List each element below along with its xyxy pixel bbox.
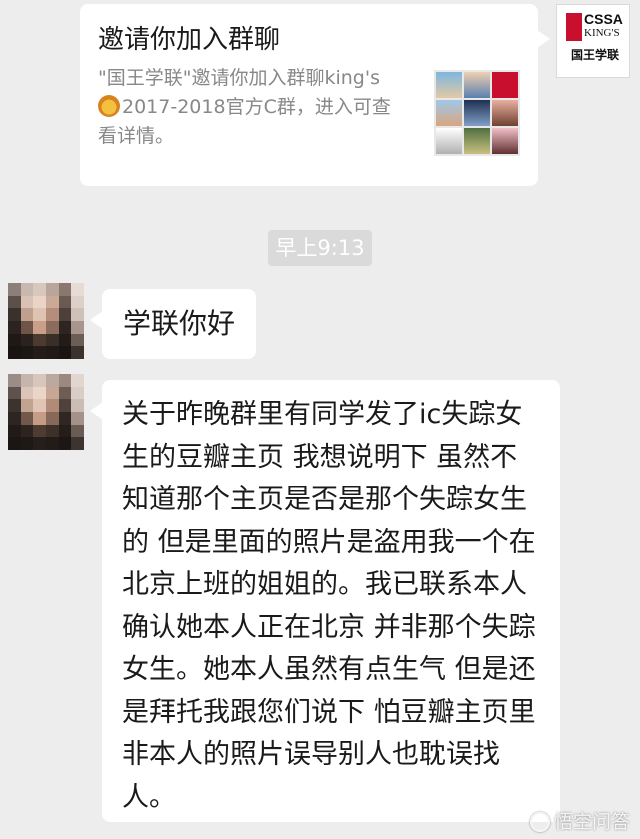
cssa-logo-text: CSSA: [584, 11, 623, 27]
peer-avatar[interactable]: [8, 283, 84, 359]
message-bubble[interactable]: 学联你好: [90, 289, 256, 359]
cssa-logo-mark-icon: [566, 13, 582, 41]
invite-description: "国王学联"邀请你加入群聊king's 2017-2018官方C群，进入可查 看…: [98, 64, 428, 151]
group-invite-card[interactable]: 邀请你加入群聊 "国王学联"邀请你加入群聊king's 2017-2018官方C…: [80, 4, 550, 186]
invite-description-line-1: "国王学联"邀请你加入群聊king's: [98, 67, 380, 89]
invite-description-line-2: 2017-2018官方C群，进入可查: [98, 93, 428, 122]
message-timestamp: 早上9:13: [268, 230, 372, 266]
message-bubble[interactable]: 关于昨晚群里有同学发了ic失踪女生的豆瓣主页 我想说明下 虽然不知道那个主页是否…: [90, 380, 560, 822]
logo-chinese-text: 国王学联: [570, 48, 619, 62]
watermark: 悟空问答: [529, 811, 630, 833]
peer-avatar[interactable]: [8, 374, 84, 450]
cssa-kings-avatar[interactable]: CSSA KING'S 国王学联: [556, 4, 630, 78]
group-avatar: [434, 70, 520, 156]
wukong-logo-icon: [529, 812, 550, 832]
lion-emoji-icon: [98, 95, 120, 117]
kings-logo-text: KING'S: [584, 27, 620, 39]
invite-title: 邀请你加入群聊: [98, 25, 281, 55]
invite-description-line-3: 看详情。: [98, 125, 175, 147]
